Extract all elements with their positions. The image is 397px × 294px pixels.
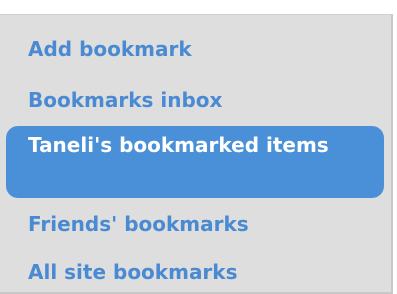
menu-item-tanelis-bookmarked-items[interactable]: Taneli's bookmarked items bbox=[6, 126, 384, 198]
bookmarks-menu-panel: Add bookmark Bookmarks inbox Taneli's bo… bbox=[0, 14, 393, 294]
menu-item-friends-bookmarks[interactable]: Friends' bookmarks bbox=[28, 212, 249, 236]
menu-item-add-bookmark[interactable]: Add bookmark bbox=[28, 37, 192, 61]
menu-item-all-site-bookmarks[interactable]: All site bookmarks bbox=[28, 260, 238, 284]
menu-item-bookmarks-inbox[interactable]: Bookmarks inbox bbox=[28, 88, 222, 112]
